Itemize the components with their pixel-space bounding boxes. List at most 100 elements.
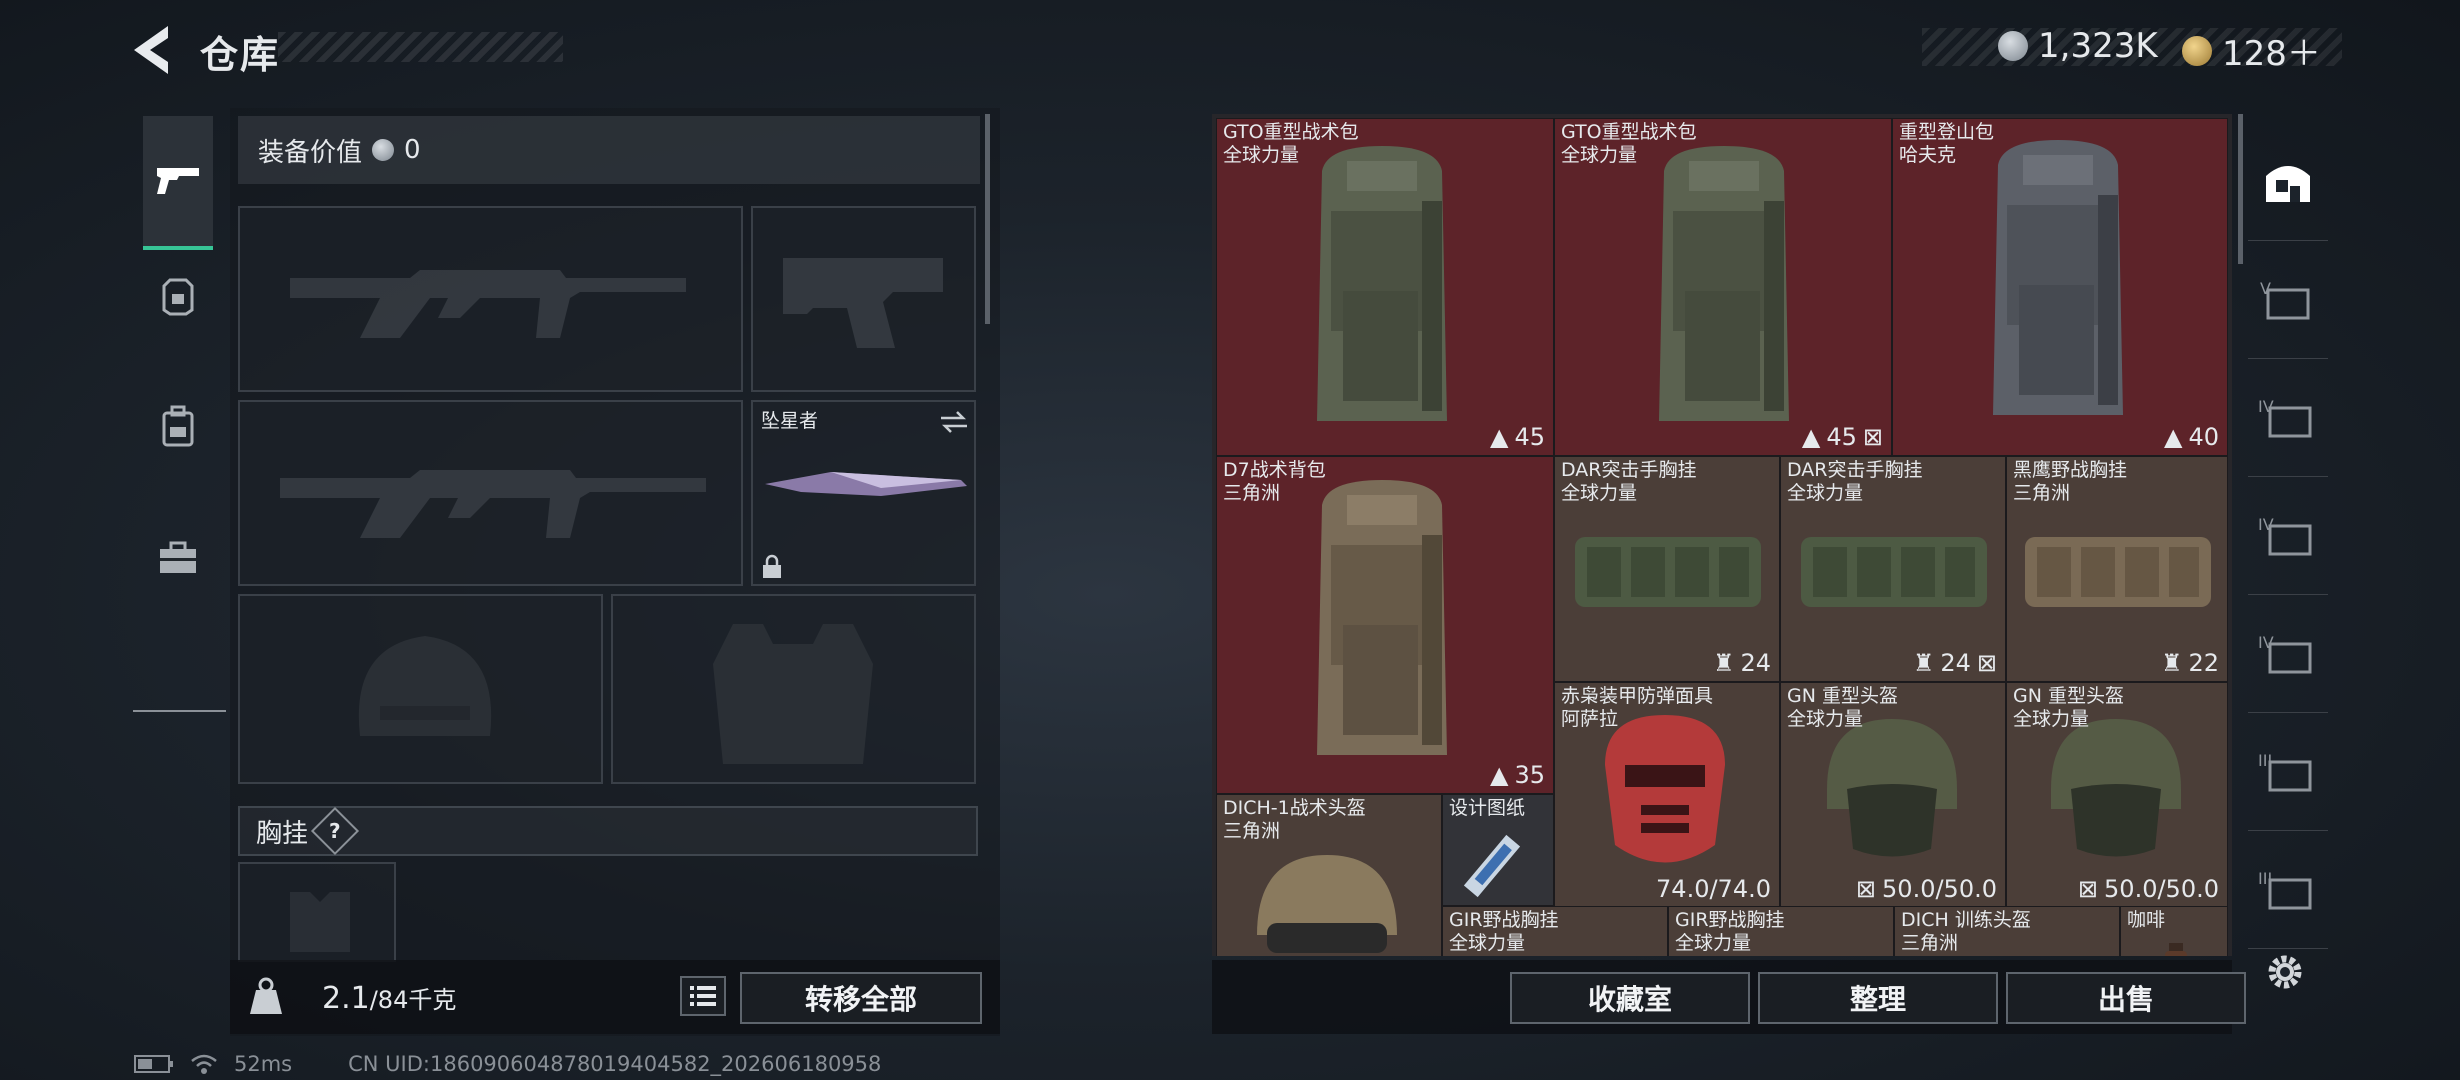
no-insure-icon: ⊠ — [1976, 649, 1997, 677]
stash-item[interactable]: GTO重型战术包 全球力量 ▲ 45 ⊠ — [1554, 118, 1892, 456]
coffee-image — [2165, 943, 2187, 956]
nav-stash-iii-2[interactable]: III — [2248, 830, 2328, 949]
backpack-capacity-icon: ▲ — [1801, 423, 1821, 451]
helmet-silhouette-icon — [358, 636, 492, 736]
stash-item[interactable]: GIR野战胸挂 全球力量 — [1668, 906, 1894, 956]
weight-readout: 2.1 /84千克 — [322, 981, 457, 1016]
battery-icon — [134, 1055, 173, 1073]
help-icon[interactable]: ? — [310, 806, 360, 856]
stash-page-nav: V IV IV IV III III — [2248, 116, 2328, 962]
backpack-image — [1317, 146, 1447, 421]
backpack-capacity-icon: ▲ — [1489, 761, 1509, 789]
tier-iii-icon: III — [2258, 869, 2312, 910]
swap-icon[interactable] — [939, 410, 969, 434]
durability-stat: 74.0/74.0 — [1656, 875, 1771, 903]
armor-icon — [162, 278, 194, 316]
stash-item[interactable]: 设计图纸 — [1442, 794, 1554, 906]
durability-stat: ⊠ 50.0/50.0 — [1855, 875, 1997, 903]
rig-capacity-icon: ♜ — [1912, 649, 1935, 677]
nav-stash-iv-1[interactable]: IV — [2248, 358, 2328, 477]
backpack-capacity-icon: ▲ — [1489, 423, 1509, 451]
nav-backpack[interactable] — [143, 376, 213, 476]
capacity-stat: ♜ 24 ⊠ — [1912, 649, 1997, 677]
rig-silhouette-icon — [290, 892, 350, 952]
back-button[interactable] — [128, 22, 178, 78]
capacity-stat: ♜ 22 — [2160, 649, 2219, 677]
stash-item[interactable]: D7战术背包 三角洲 ▲ 35 — [1216, 456, 1554, 794]
stash-item[interactable]: DAR突击手胸挂 全球力量 ♜ 24 ⊠ — [1780, 456, 2006, 682]
nav-armor[interactable] — [143, 246, 213, 346]
backpack-image — [1659, 146, 1789, 421]
vest-silhouette-icon — [713, 624, 873, 764]
tier-iv-icon: IV — [2258, 515, 2312, 556]
melee-slot[interactable]: 坠星者 — [751, 400, 976, 586]
premium-currency[interactable]: 128＋ — [2182, 26, 2321, 75]
back-arrow-icon — [134, 26, 168, 74]
sell-button[interactable]: 出售 — [2006, 972, 2246, 1024]
stash-item[interactable]: 黑鹰野战胸挂 三角洲 ♜ 22 — [2006, 456, 2228, 682]
mask-image — [1605, 715, 1725, 863]
no-insure-icon: ⊠ — [1855, 875, 1877, 903]
backpack-image — [1993, 140, 2123, 415]
stash-item[interactable]: 重型登山包 哈夫克 ▲ 40 — [1892, 118, 2228, 456]
silver-coin-icon — [372, 139, 395, 161]
list-icon — [690, 986, 716, 1006]
stash-item[interactable]: DICH-1战术头盔 三角洲 — [1216, 794, 1442, 956]
nav-stash-iii-1[interactable]: III — [2248, 712, 2328, 831]
helmet-image — [2051, 719, 2181, 857]
tier-iii-icon: III — [2258, 751, 2312, 792]
weight-icon — [248, 976, 284, 1016]
gold-coin-icon — [2182, 35, 2212, 66]
chest-rig-image — [2025, 537, 2211, 607]
collection-button[interactable]: 收藏室 — [1510, 972, 1750, 1024]
armor-slot[interactable] — [611, 594, 976, 784]
loadout-scrollbar[interactable] — [985, 114, 990, 324]
player-uid: CN UID:1860906048780194045​82_2026061809… — [348, 1052, 882, 1076]
backpack-capacity-icon: ▲ — [2163, 423, 2183, 451]
stash-item[interactable]: GTO重型战术包 全球力量 ▲ 45 — [1216, 118, 1554, 456]
helmet-slot[interactable] — [238, 594, 603, 784]
stash-item[interactable]: GIR野战胸挂 全球力量 — [1442, 906, 1668, 956]
chest-rig-header: 胸挂 ? — [238, 806, 978, 856]
nav-stash-iv-3[interactable]: IV — [2248, 594, 2328, 713]
primary-weapon-slot[interactable] — [238, 206, 743, 392]
stash-item[interactable]: GN 重型头盔 全球力量 ⊠ 50.0/50.0 — [2006, 682, 2228, 908]
chest-rig-slot[interactable] — [238, 862, 396, 962]
stash-item[interactable]: DAR突击手胸挂 全球力量 ♜ 24 — [1554, 456, 1780, 682]
silver-currency[interactable]: 1,323K — [1998, 26, 2158, 66]
rifle-silhouette-icon — [280, 470, 706, 538]
tier-iv-icon: IV — [2258, 397, 2312, 438]
rig-capacity-icon: ♜ — [1712, 649, 1735, 677]
stash-scrollbar[interactable] — [2238, 114, 2243, 264]
stash-item[interactable]: DICH 训练头盔 三角洲 — [1894, 906, 2120, 956]
title-decoration — [278, 32, 563, 62]
nav-warehouse[interactable] — [2248, 120, 2328, 241]
organize-button[interactable]: 整理 — [1758, 972, 1998, 1024]
tier-iv-icon: IV — [2258, 633, 2312, 674]
stash-item[interactable]: 咖啡 — [2120, 906, 2228, 956]
stash-item[interactable]: GN 重型头盔 全球力量 ⊠ 50.0/50.0 — [1780, 682, 2006, 908]
backpack-image — [1317, 480, 1447, 755]
stash-item[interactable]: 赤枭装甲防弹面具 阿萨拉 74.0/74.0 — [1554, 682, 1780, 908]
settings-button[interactable] — [2263, 950, 2307, 998]
transfer-all-button[interactable]: 转移全部 — [740, 972, 982, 1024]
knife-icon — [765, 472, 967, 496]
rig-capacity-icon: ♜ — [2160, 649, 2183, 677]
capacity-stat: ♜ 24 — [1712, 649, 1771, 677]
nav-stash-v[interactable]: V — [2248, 240, 2328, 359]
helmet-image — [1827, 719, 1957, 857]
nav-case[interactable] — [143, 508, 213, 608]
rifle-silhouette-icon — [290, 270, 686, 338]
gear-icon — [2268, 955, 2302, 989]
nav-stash-iv-2[interactable]: IV — [2248, 476, 2328, 595]
pistol-silhouette-icon — [783, 258, 943, 348]
pistol-slot[interactable] — [751, 206, 976, 392]
nav-weapons[interactable] — [143, 116, 213, 250]
ping-readout: 52ms — [234, 1052, 293, 1076]
no-insure-icon: ⊠ — [1862, 423, 1883, 451]
chest-rig-image — [1575, 537, 1761, 607]
list-view-button[interactable] — [680, 976, 726, 1016]
pistol-icon — [157, 168, 199, 194]
status-bar: 52ms CN UID:1860906048780194045​82_20260… — [134, 1052, 881, 1076]
secondary-weapon-slot[interactable] — [238, 400, 743, 586]
